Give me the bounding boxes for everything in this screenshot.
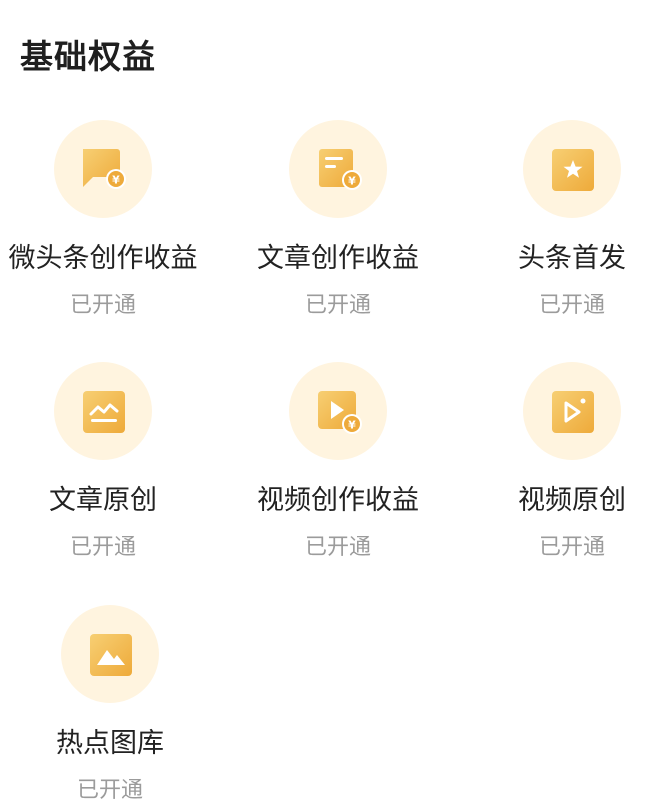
benefit-status: 已开通 <box>538 535 605 560</box>
benefit-status: 已开通 <box>538 293 605 318</box>
benefit-status: 已开通 <box>76 778 143 803</box>
video-yuan-icon: ¥ <box>318 391 362 434</box>
benefit-label: 微头条创作收益 <box>8 243 198 274</box>
benefit-label: 文章创作收益 <box>257 243 419 274</box>
benefit-hot-gallery[interactable]: 热点图库 已开通 <box>0 605 220 804</box>
chart-icon <box>83 391 125 433</box>
benefit-status: 已开通 <box>304 535 371 560</box>
benefit-label: 热点图库 <box>56 728 164 759</box>
benefit-video-income[interactable]: ¥ 视频创作收益 已开通 <box>228 362 448 561</box>
benefit-micro-post-income[interactable]: ¥ 微头条创作收益 已开通 <box>0 120 213 319</box>
star-icon <box>552 149 594 191</box>
benefit-first-release[interactable]: 头条首发 已开通 <box>462 120 655 319</box>
benefit-label: 视频创作收益 <box>257 485 419 516</box>
benefit-label: 文章原创 <box>49 485 157 516</box>
comment-yuan-icon: ¥ <box>83 149 126 189</box>
benefit-status: 已开通 <box>304 293 371 318</box>
svg-text:¥: ¥ <box>112 174 120 187</box>
benefit-status: 已开通 <box>69 535 136 560</box>
benefit-label: 视频原创 <box>518 485 626 516</box>
benefit-label: 头条首发 <box>518 243 626 274</box>
article-yuan-icon: ¥ <box>319 149 362 190</box>
benefit-article-original[interactable]: 文章原创 已开通 <box>0 362 213 561</box>
svg-text:¥: ¥ <box>348 175 356 188</box>
section-title: 基础权益 <box>20 37 156 76</box>
video-original-icon <box>552 391 594 433</box>
image-icon <box>90 634 132 676</box>
svg-text:¥: ¥ <box>348 419 356 432</box>
benefit-status: 已开通 <box>69 293 136 318</box>
benefit-article-income[interactable]: ¥ 文章创作收益 已开通 <box>228 120 448 319</box>
benefit-video-original[interactable]: 视频原创 已开通 <box>462 362 655 561</box>
